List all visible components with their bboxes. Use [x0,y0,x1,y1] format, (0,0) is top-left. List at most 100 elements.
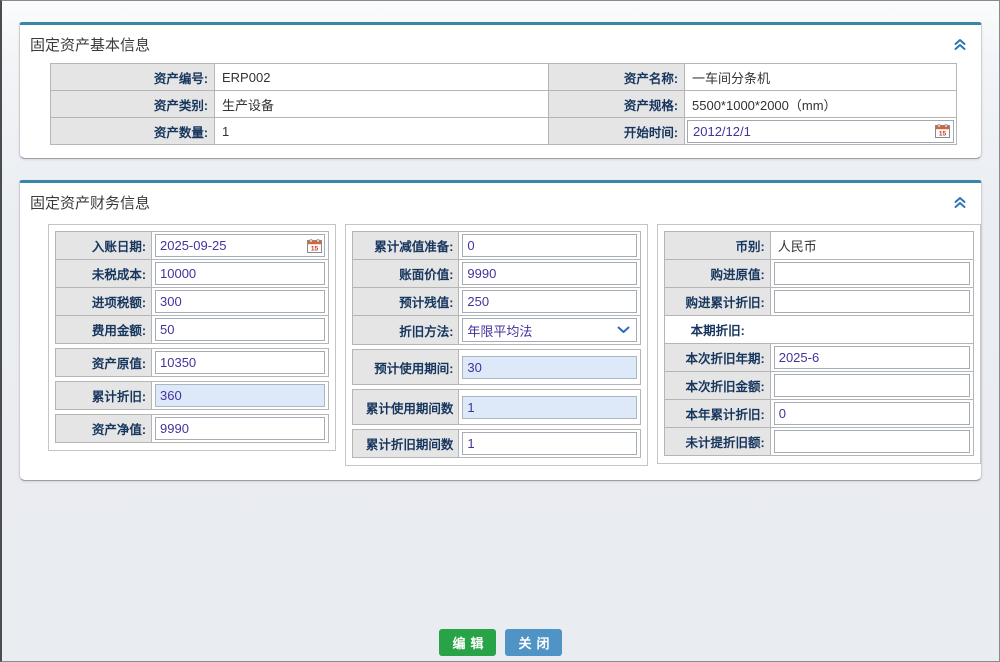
asset-original-value-input[interactable] [155,351,325,374]
expense-amount-label: 费用金额: [56,316,152,343]
cumulative-usage-periods-label: 累计使用期间数 [353,390,459,424]
input-tax-label: 进项税额: [56,288,152,315]
field-row: 累计减值准备: [352,231,640,260]
finance-col-left: 入账日期: 15 未税成本: [48,224,336,451]
entry-date-label: 入账日期: [56,232,152,259]
purchase-original-value-label: 购进原值: [665,260,771,287]
pre-tax-cost-input[interactable] [155,262,325,285]
currency-value: 人民币 [771,232,973,259]
field-row: 资产原值: [55,348,329,377]
depreciation-method-label: 折旧方法: [353,316,459,344]
field-row: 未计提折旧额: [664,427,974,456]
purchase-accumulated-depreciation-input[interactable] [774,290,970,313]
impairment-provision-label: 累计减值准备: [353,232,459,259]
cumulative-usage-periods-input[interactable] [462,396,636,419]
start-date-label: 开始时间: [549,118,685,145]
purchase-original-value-input[interactable] [774,262,970,285]
book-value-label: 账面价值: [353,260,459,287]
current-depreciation-period-input[interactable] [774,346,970,369]
expected-usage-period-input[interactable] [462,356,636,379]
pre-tax-cost-label: 未税成本: [56,260,152,287]
asset-quantity-value: 1 [215,118,549,145]
field-row: 本次折旧金额: [664,371,974,400]
field-row: 折旧方法: 年限平均法 [352,315,640,345]
residual-value-label: 预计残值: [353,288,459,315]
unaccrued-depreciation-amount-input[interactable] [774,430,970,453]
start-date-cell: 15 [685,118,957,145]
basic-info-table: 资产编号: ERP002 资产名称: 一车间分条机 资产类别: 生产设备 资产规… [50,63,957,145]
asset-spec-value: 5500*1000*2000（mm） [685,91,957,118]
asset-quantity-label: 资产数量: [51,118,215,145]
asset-spec-label: 资产规格: [549,91,685,118]
expense-amount-input[interactable] [155,318,325,341]
finance-info-panel: 固定资产财务信息 入账日期: 15 [19,180,982,481]
accumulated-depreciation-label: 累计折旧: [56,382,152,409]
finance-col-right: 币别: 人民币 购进原值: 购进累计折旧: 本期折旧: 本次折旧年期: 本次折旧… [657,224,981,464]
depreciation-method-select[interactable]: 年限平均法 [462,318,636,342]
asset-category-label: 资产类别: [51,91,215,118]
field-row: 预计使用期间: [352,349,640,385]
impairment-provision-input[interactable] [462,234,636,257]
year-accum-depreciation-label: 本年累计折旧: [665,400,771,427]
current-depreciation-period-label: 本次折旧年期: [665,344,771,371]
field-row: 累计折旧期间数 [352,429,640,458]
current-period-depreciation-header: 本期折旧: [665,316,771,343]
close-button[interactable]: 关闭 [505,629,562,656]
field-row: 未税成本: [55,259,329,288]
finance-groups: 入账日期: 15 未税成本: [48,224,981,466]
field-row: 本次折旧年期: [664,343,974,372]
accumulated-depreciation-input[interactable] [155,384,325,407]
asset-code-value: ERP002 [215,64,549,91]
finance-section-title: 固定资产财务信息 [20,183,981,221]
unaccrued-depreciation-label: 未计提折旧额: [665,428,771,455]
field-row: 本年累计折旧: [664,399,974,428]
field-row: 累计使用期间数 [352,389,640,425]
purchase-accum-depreciation-label: 购进累计折旧: [665,288,771,315]
expected-usage-period-label: 预计使用期间: [353,350,459,384]
field-row: 预计残值: [352,287,640,316]
asset-category-value: 生产设备 [215,91,549,118]
asset-net-value-label: 资产净值: [56,415,152,442]
finance-col-middle: 累计减值准备: 账面价值: 预计残值: 折旧方法: 年限平均法 [345,224,647,466]
current-year-accumulated-depreciation-input[interactable] [774,402,970,425]
asset-name-label: 资产名称: [549,64,685,91]
input-tax-amount-input[interactable] [155,290,325,313]
asset-code-label: 资产编号: [51,64,215,91]
chevron-double-up-icon [953,38,967,51]
edit-button[interactable]: 编辑 [439,629,496,656]
book-value-input[interactable] [462,262,636,285]
start-date-input[interactable] [687,120,954,143]
field-row: 账面价值: [352,259,640,288]
entry-date-input[interactable] [155,234,325,257]
cumulative-depreciation-periods-label: 累计折旧期间数 [353,430,459,457]
basic-info-panel: 固定资产基本信息 资产编号: ERP002 资产名称: 一车间分条机 资产类别:… [19,22,982,159]
depreciation-method-value: 年限平均法 [467,321,532,340]
chevron-down-icon [617,326,630,334]
basic-collapse-button[interactable] [952,37,968,52]
basic-section-title: 固定资产基本信息 [20,25,981,63]
estimated-residual-value-input[interactable] [462,290,636,313]
asset-original-value-label: 资产原值: [56,349,152,376]
current-depreciation-amount-input[interactable] [774,374,970,397]
field-row: 币别: 人民币 [664,231,974,260]
svg-text:15: 15 [311,245,319,252]
field-row: 资产净值: [55,414,329,443]
field-row: 本期折旧: [664,315,974,344]
calendar-icon[interactable]: 15 [307,239,322,253]
svg-text:15: 15 [939,131,947,138]
field-row: 购进累计折旧: [664,287,974,316]
currency-label: 币别: [665,232,771,259]
field-row: 进项税额: [55,287,329,316]
field-row: 购进原值: [664,259,974,288]
finance-collapse-button[interactable] [952,195,968,210]
field-row: 累计折旧: [55,381,329,410]
chevron-double-up-icon [953,196,967,209]
calendar-icon[interactable]: 15 [935,124,950,138]
asset-net-value-input[interactable] [155,417,325,440]
field-row: 入账日期: 15 [55,231,329,260]
asset-name-value: 一车间分条机 [685,64,957,91]
footer-actions: 编辑 关闭 [2,629,999,656]
cumulative-depreciation-periods-input[interactable] [462,432,636,455]
field-row: 费用金额: [55,315,329,344]
current-depreciation-amount-label: 本次折旧金额: [665,372,771,399]
